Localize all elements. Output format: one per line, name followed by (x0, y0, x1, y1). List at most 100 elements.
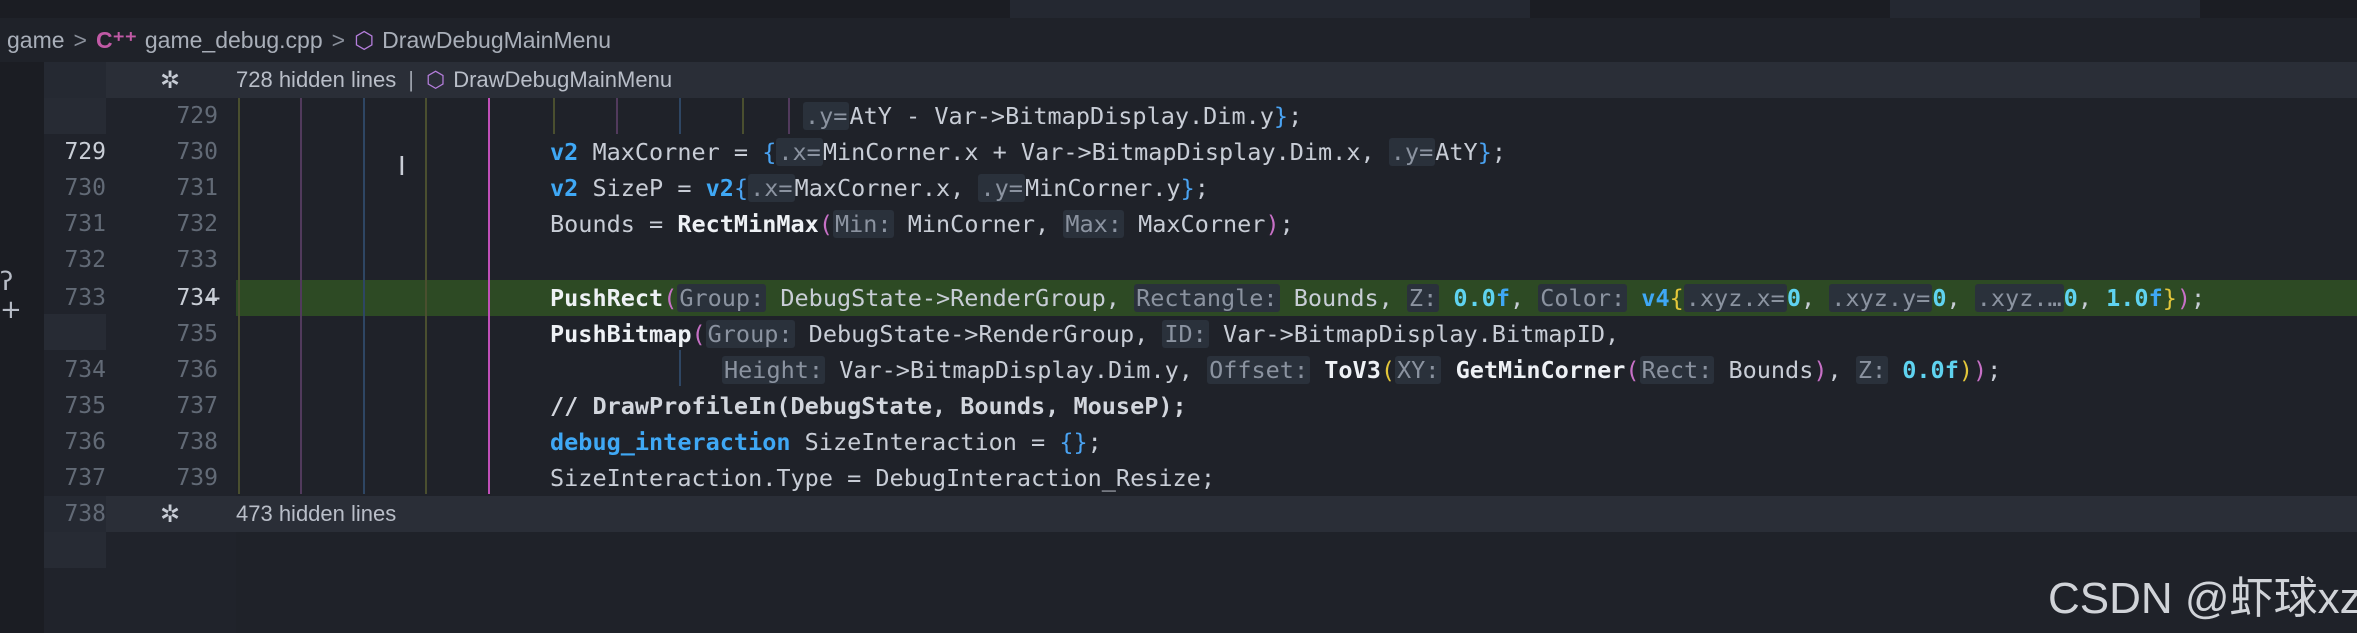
code-token: v2 (550, 138, 579, 166)
code-token: , (2077, 284, 2107, 312)
inlay-hint: XY: (1395, 356, 1442, 384)
new-line-number: 737 (176, 393, 218, 419)
code-token: ToV3 (1310, 356, 1381, 384)
fold-symbol: DrawDebugMainMenu (453, 67, 673, 92)
inlay-hint: Rect: (1639, 356, 1715, 384)
code-token: MinCorner, (893, 210, 1064, 238)
code-token: f (1495, 284, 1510, 312)
watermark: CSDN @虾球xz (2048, 574, 2357, 623)
old-line-number: 737 (64, 465, 106, 491)
code-token: DebugState->RenderGroup, (766, 284, 1135, 312)
code-token: ( (691, 320, 706, 348)
code-token: ; (1288, 102, 1303, 130)
code-token: } (1180, 174, 1195, 202)
code-token: ; (2191, 284, 2206, 312)
old-line-number: 735 (64, 393, 106, 419)
code-token: SizeP = (578, 174, 706, 202)
code-token: debug_interaction (550, 428, 791, 456)
code-token: 0 (1786, 284, 1801, 312)
code-token: SizeInteraction = (790, 428, 1060, 456)
code-token: 0 (2063, 284, 2078, 312)
code-line[interactable]: v2 MaxCorner = {.x=MinCorner.x + Var->Bi… (550, 134, 1506, 170)
code-token: ) (2176, 284, 2192, 312)
hidden-lines-label[interactable]: 473 hidden lines (236, 496, 396, 532)
inlay-hint: .y= (1388, 138, 1436, 166)
cpp-file-icon: C⁺⁺ (95, 26, 137, 53)
code-token: Bounds (1714, 356, 1814, 384)
cube-symbol-icon: ⬡ (425, 67, 446, 92)
code-line[interactable]: v2 SizeP = v2{.x=MaxCorner.x, .y=MinCorn… (550, 170, 1209, 206)
code-token: MinCorner.y (1024, 174, 1181, 202)
code-token: PushRect (550, 284, 664, 312)
diff-action-icon[interactable]: ʔ (0, 267, 22, 297)
inlay-hint: .y= (803, 102, 850, 130)
old-line-cell (44, 62, 106, 98)
code-token: {} (1059, 428, 1088, 456)
code-token: 0 (1932, 284, 1947, 312)
code-line[interactable]: Bounds = RectMinMax(Min: MinCorner, Max:… (550, 206, 1294, 242)
code-line[interactable]: .y=AtY - Var->BitmapDisplay.Dim.y}; (803, 98, 1302, 134)
code-token: ( (1380, 356, 1396, 384)
new-line-number: 735 (176, 321, 218, 347)
new-line-number: 731 (176, 175, 218, 201)
editor-tab[interactable] (1010, 0, 1530, 18)
editor-tab-strip (0, 0, 2357, 18)
code-token: , (1800, 284, 1830, 312)
fold-expand-icon[interactable]: ✲ (158, 496, 182, 532)
code-token: ; (1987, 356, 2002, 384)
empty-old-line-cell (44, 314, 106, 350)
add-comment-icon[interactable]: + (0, 295, 22, 325)
code-token: ( (818, 210, 833, 238)
code-token: RectMinMax (677, 210, 819, 238)
code-token: PushBitmap (550, 320, 692, 348)
editor-tab[interactable] (1890, 0, 2200, 18)
old-line-number: 733 (64, 285, 106, 311)
indent-guide (679, 350, 681, 386)
new-line-number: 736 (176, 357, 218, 383)
old-line-number: 729 (64, 139, 106, 165)
code-token: f (2148, 284, 2163, 312)
old-line-number: 732 (64, 247, 106, 273)
code-line[interactable]: debug_interaction SizeInteraction = {}; (550, 424, 1102, 460)
code-token: Var->BitmapDisplay.BitmapID, (1208, 320, 1620, 348)
indent-guide (616, 98, 618, 134)
breadcrumb-folder[interactable]: game (7, 27, 65, 54)
new-line-number: 729 (176, 103, 218, 129)
inlay-hint: .x= (776, 138, 823, 166)
code-comment-line[interactable]: // DrawProfileIn(DebugState, Bounds, Mou… (550, 388, 1187, 424)
cube-symbol-icon: ⬡ (354, 26, 375, 53)
new-line-number: 733 (176, 247, 218, 273)
code-token: ) (1813, 356, 1828, 384)
code-line-added[interactable]: PushRect(Group: DebugState->RenderGroup,… (550, 280, 2205, 316)
inlay-hint: Group: (705, 320, 795, 348)
code-token: Var->BitmapDisplay.Dim.y, (825, 356, 1208, 384)
code-token: 0.0f (1888, 356, 1959, 384)
old-line-number: 736 (64, 429, 106, 455)
empty-old-line-cell (44, 98, 106, 134)
code-line[interactable]: Height: Var->BitmapDisplay.Dim.y, Offset… (722, 352, 2001, 388)
code-token: ) (1265, 210, 1280, 238)
code-token: ( (1625, 356, 1640, 384)
code-token: , (1827, 356, 1856, 384)
empty-old-line-cell (44, 532, 106, 568)
code-line[interactable]: PushBitmap(Group: DebugState->RenderGrou… (550, 316, 1619, 352)
new-line-number: 730 (176, 139, 218, 165)
chevron-right-icon: > (73, 26, 87, 53)
old-line-number: 738 (64, 501, 106, 527)
inlay-hint: Height: (722, 356, 826, 384)
breadcrumb-symbol[interactable]: DrawDebugMainMenu (382, 27, 611, 54)
code-token: DebugState->RenderGroup, (794, 320, 1163, 348)
hidden-lines-label[interactable]: 728 hidden lines | ⬡ DrawDebugMainMenu (236, 62, 672, 98)
code-token: 1.0 (2106, 284, 2149, 312)
inlay-hint: .y= (978, 174, 1025, 202)
code-token: AtY - Var->BitmapDisplay.Dim.y (849, 102, 1274, 130)
breadcrumb-file[interactable]: game_debug.cpp (145, 27, 323, 54)
code-token: ; (1491, 138, 1506, 166)
code-line[interactable]: SizeInteraction.Type = DebugInteraction_… (550, 460, 1215, 496)
inlay-hint: Max: (1063, 210, 1124, 238)
indent-guide (425, 98, 427, 494)
fold-expand-icon[interactable]: ✲ (158, 62, 182, 98)
new-line-number: 734 (176, 285, 218, 311)
inlay-hint: Min: (832, 210, 894, 238)
inlay-hint: Z: (1855, 356, 1889, 384)
